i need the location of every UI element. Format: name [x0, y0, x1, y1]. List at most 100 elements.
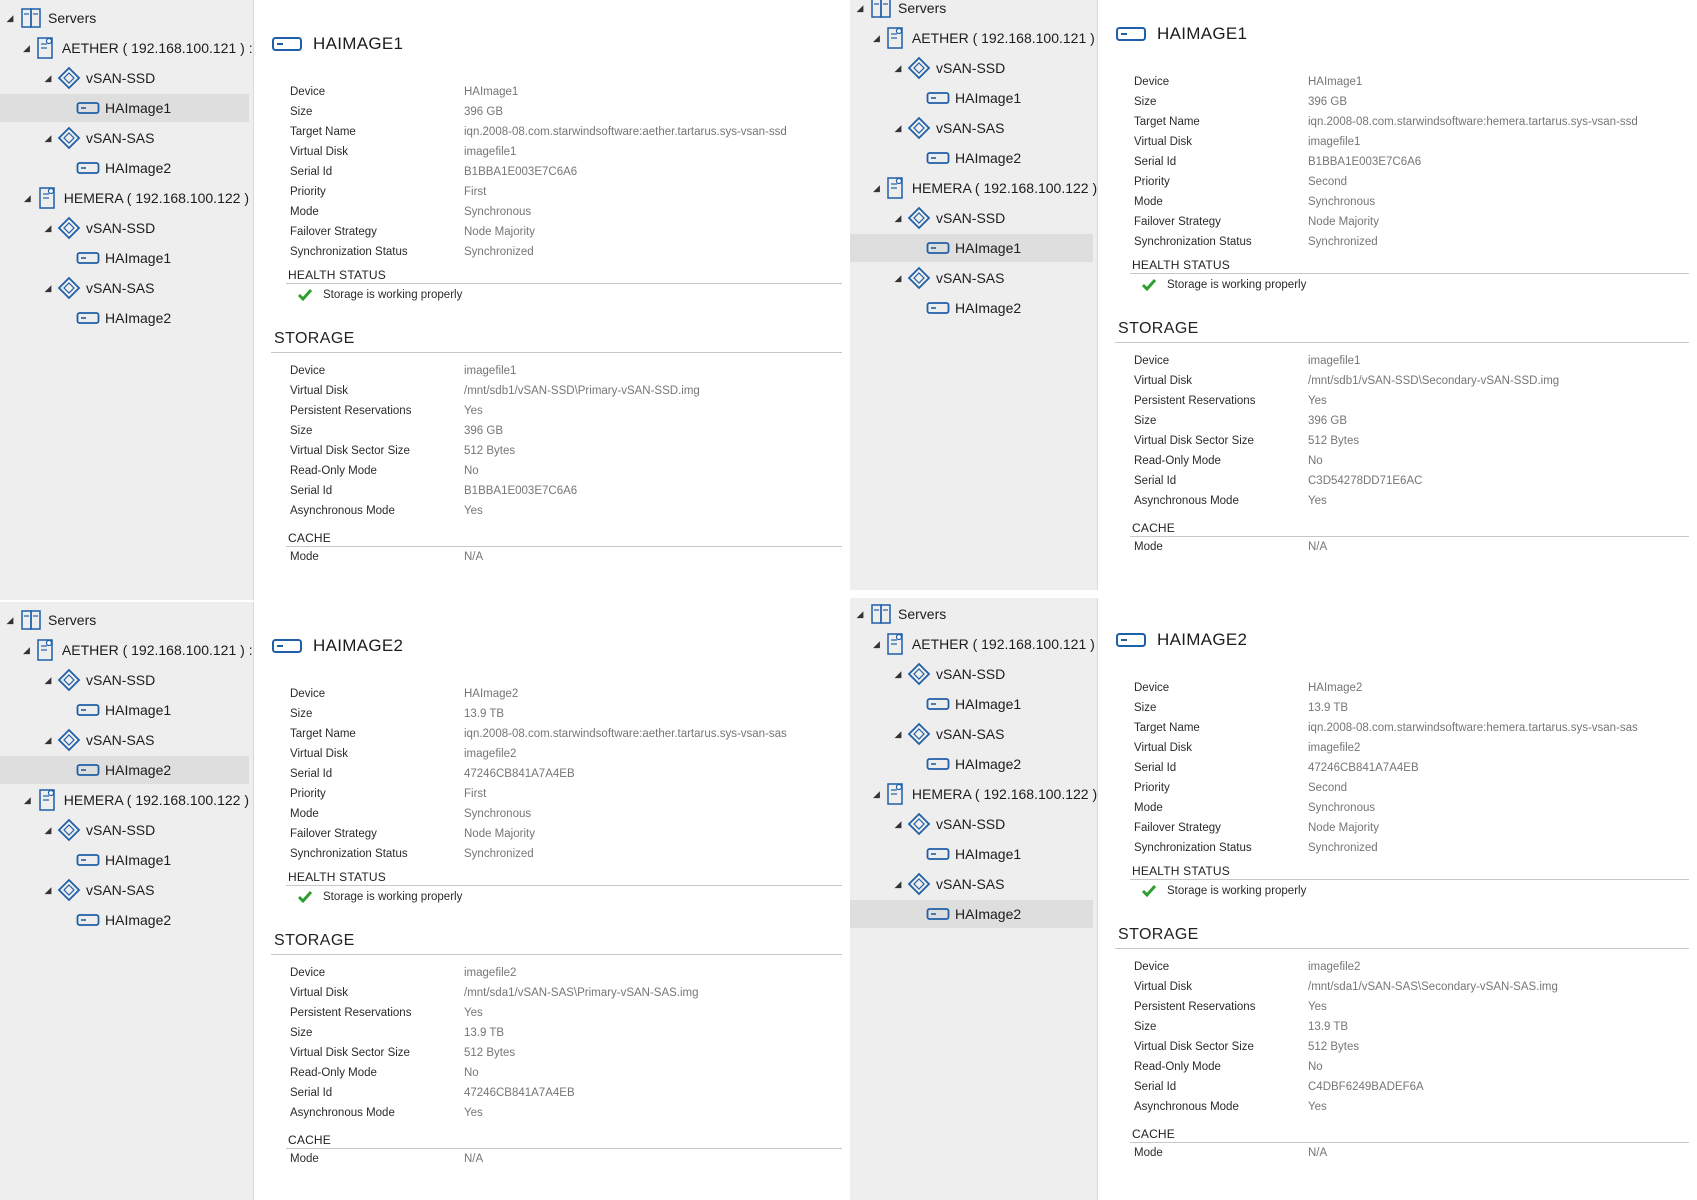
- tree-device-node[interactable]: HAImage1: [850, 840, 1093, 868]
- collapse-triangle-icon[interactable]: ◢: [892, 729, 904, 740]
- tree-device-node[interactable]: HAImage1: [0, 94, 249, 122]
- tree-server-node[interactable]: ◢ AETHER ( 192.168.100.121 ) :: [0, 34, 253, 62]
- cache-row: Mode N/A: [290, 551, 850, 567]
- storage-pool-icon: [907, 116, 931, 140]
- storage-pool-icon: [57, 66, 81, 90]
- servers-icon: [19, 6, 43, 30]
- tree-pool-node[interactable]: ◢ vSAN-SSD: [850, 810, 1093, 838]
- tree-device-node[interactable]: HAImage2: [0, 304, 249, 332]
- collapse-triangle-icon[interactable]: ◢: [892, 123, 904, 134]
- property-label: Device: [1134, 76, 1170, 88]
- collapse-triangle-icon[interactable]: ◢: [854, 3, 866, 14]
- tree-device-node[interactable]: HAImage1: [850, 84, 1093, 112]
- tree-pool-node[interactable]: ◢ vSAN-SAS: [850, 870, 1093, 898]
- collapse-triangle-icon[interactable]: ◢: [23, 43, 30, 54]
- tree-device-node[interactable]: HAImage2: [850, 750, 1093, 778]
- tree-device-node[interactable]: HAImage2: [850, 900, 1093, 928]
- property-row: Failover Strategy Node Majority: [1134, 822, 1694, 838]
- property-label: Mode: [1134, 1147, 1163, 1159]
- tree-device-node[interactable]: HAImage2: [0, 154, 249, 182]
- tree-server-node[interactable]: ◢ AETHER ( 192.168.100.121 ) :: [850, 630, 1103, 658]
- tree-root-servers[interactable]: ◢ Servers: [0, 4, 249, 32]
- tree-device-node[interactable]: HAImage2: [850, 294, 1093, 322]
- collapse-triangle-icon[interactable]: ◢: [892, 63, 904, 74]
- tree-server-node[interactable]: ◢ HEMERA ( 192.168.100.122 ): [0, 184, 249, 212]
- tree-pool-node[interactable]: ◢ vSAN-SAS: [0, 726, 249, 754]
- collapse-triangle-icon[interactable]: ◢: [873, 33, 880, 44]
- tree-pool-node[interactable]: ◢ vSAN-SAS: [850, 720, 1093, 748]
- tree-node-label: vSAN-SAS: [936, 876, 1005, 892]
- tree-pool-node[interactable]: ◢ vSAN-SSD: [0, 64, 249, 92]
- tree-device-node[interactable]: HAImage2: [0, 756, 249, 784]
- tree-pool-node[interactable]: ◢ vSAN-SSD: [850, 660, 1093, 688]
- tree-node-label: vSAN-SAS: [86, 882, 155, 898]
- collapse-triangle-icon[interactable]: ◢: [42, 885, 54, 896]
- tree-server-node[interactable]: ◢ HEMERA ( 192.168.100.122 ): [850, 780, 1097, 808]
- tree-node-label: vSAN-SSD: [86, 822, 156, 838]
- collapse-triangle-icon[interactable]: ◢: [42, 735, 54, 746]
- tree-server-node[interactable]: ◢ HEMERA ( 192.168.100.122 ): [850, 174, 1097, 202]
- servers-icon: [869, 0, 893, 20]
- tree-device-node[interactable]: HAImage1: [850, 690, 1093, 718]
- tree-pool-node[interactable]: ◢ vSAN-SAS: [850, 264, 1093, 292]
- tree-device-node[interactable]: HAImage1: [850, 234, 1093, 262]
- collapse-triangle-icon[interactable]: ◢: [23, 795, 32, 806]
- tree-root-servers[interactable]: ◢ Servers: [850, 600, 1093, 628]
- collapse-triangle-icon[interactable]: ◢: [42, 283, 54, 294]
- tree-device-node[interactable]: HAImage2: [0, 906, 249, 934]
- tree-node-label: Servers: [898, 606, 947, 622]
- collapse-triangle-icon[interactable]: ◢: [23, 645, 30, 656]
- tree-device-node[interactable]: HAImage1: [0, 846, 249, 874]
- property-label: Asynchronous Mode: [1134, 495, 1239, 507]
- collapse-triangle-icon[interactable]: ◢: [42, 675, 54, 686]
- tree-device-node[interactable]: HAImage1: [0, 244, 249, 272]
- tree-pool-node[interactable]: ◢ vSAN-SSD: [0, 666, 249, 694]
- collapse-triangle-icon[interactable]: ◢: [42, 133, 54, 144]
- tree-server-node[interactable]: ◢ AETHER ( 192.168.100.121 ) :: [0, 636, 253, 664]
- collapse-triangle-icon[interactable]: ◢: [892, 213, 904, 224]
- collapse-triangle-icon[interactable]: ◢: [892, 669, 904, 680]
- collapse-triangle-icon[interactable]: ◢: [892, 819, 904, 830]
- storage-pool-icon: [57, 818, 81, 842]
- tree-server-node[interactable]: ◢ HEMERA ( 192.168.100.122 ): [0, 786, 249, 814]
- collapse-triangle-icon[interactable]: ◢: [873, 183, 880, 194]
- collapse-triangle-icon[interactable]: ◢: [892, 879, 904, 890]
- storage-row: Read-Only Mode No: [1134, 455, 1694, 471]
- tree-pool-node[interactable]: ◢ vSAN-SSD: [0, 214, 249, 242]
- tree-root-servers[interactable]: ◢ Servers: [0, 606, 249, 634]
- collapse-triangle-icon[interactable]: ◢: [892, 273, 904, 284]
- collapse-triangle-icon[interactable]: ◢: [42, 73, 54, 84]
- ha-device-icon: [76, 703, 100, 717]
- tree-device-node[interactable]: HAImage2: [850, 144, 1093, 172]
- tree-pool-node[interactable]: ◢ vSAN-SSD: [850, 54, 1093, 82]
- property-value: 512 Bytes: [464, 445, 516, 457]
- tree-pool-node[interactable]: ◢ vSAN-SSD: [0, 816, 249, 844]
- collapse-triangle-icon[interactable]: ◢: [4, 615, 16, 626]
- tree-pool-node[interactable]: ◢ vSAN-SAS: [850, 114, 1093, 142]
- collapse-triangle-icon[interactable]: ◢: [854, 609, 866, 620]
- collapse-triangle-icon[interactable]: ◢: [42, 825, 54, 836]
- tree-device-node[interactable]: HAImage1: [0, 696, 249, 724]
- tree-pool-node[interactable]: ◢ vSAN-SAS: [0, 274, 249, 302]
- storage-row: Asynchronous Mode Yes: [290, 505, 850, 521]
- collapse-triangle-icon[interactable]: ◢: [873, 789, 880, 800]
- collapse-triangle-icon[interactable]: ◢: [873, 639, 880, 650]
- tree-pool-node[interactable]: ◢ vSAN-SAS: [0, 876, 249, 904]
- property-label: Failover Strategy: [290, 226, 377, 238]
- tree-pool-node[interactable]: ◢ vSAN-SAS: [0, 124, 249, 152]
- collapse-triangle-icon[interactable]: ◢: [42, 223, 54, 234]
- storage-pool-icon: [907, 722, 931, 746]
- tree-server-node[interactable]: ◢ AETHER ( 192.168.100.121 ) :: [850, 24, 1103, 52]
- collapse-triangle-icon[interactable]: ◢: [23, 193, 32, 204]
- tree-node-label: vSAN-SSD: [86, 672, 156, 688]
- health-status-heading-divider: [1130, 273, 1689, 274]
- property-value: imagefile2: [1308, 961, 1361, 973]
- tree-root-servers[interactable]: ◢ Servers: [850, 0, 1093, 22]
- property-label: Asynchronous Mode: [290, 505, 395, 517]
- storage-pool-icon: [57, 216, 81, 240]
- tree-pool-node[interactable]: ◢ vSAN-SSD: [850, 204, 1093, 232]
- collapse-triangle-icon[interactable]: ◢: [4, 13, 16, 24]
- tree-node-label: vSAN-SAS: [86, 130, 155, 146]
- storage-row: Read-Only Mode No: [290, 1067, 850, 1083]
- storage-row: Serial Id B1BBA1E003E7C6A6: [290, 485, 850, 501]
